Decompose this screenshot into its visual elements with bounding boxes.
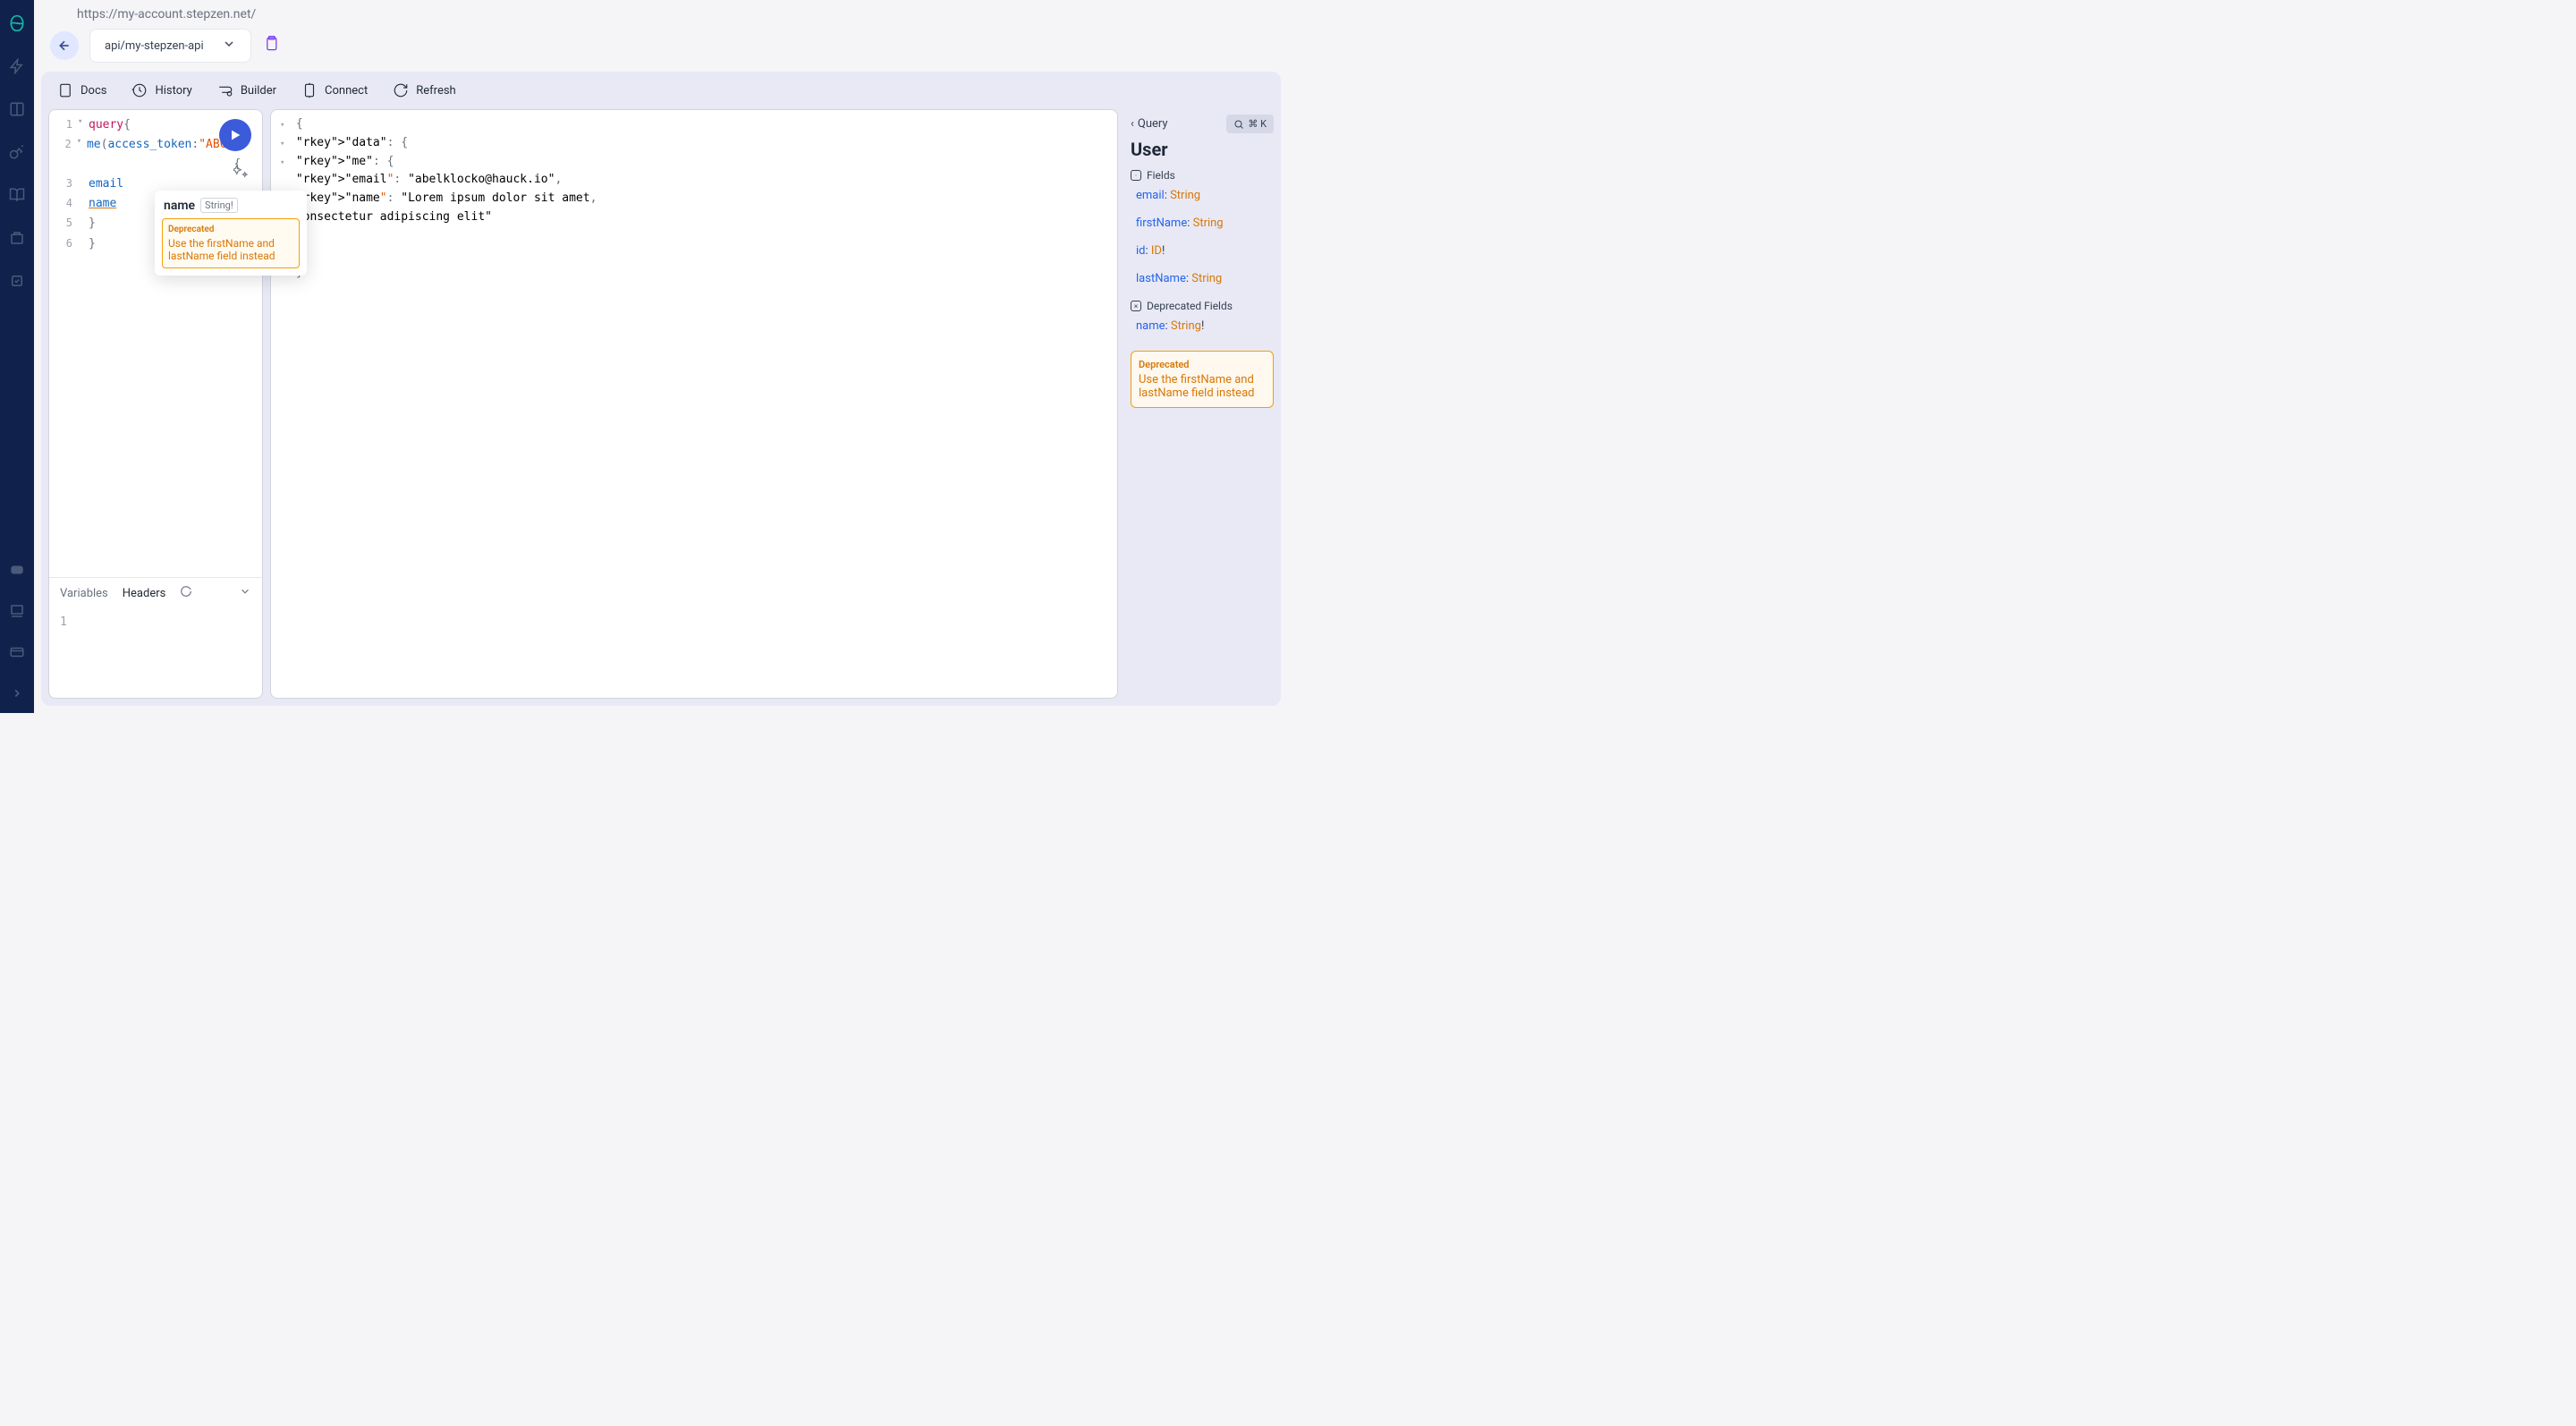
tab-variables[interactable]: Variables <box>60 587 108 600</box>
tooltip-field-type: String! <box>200 198 238 213</box>
clipboard-icon[interactable] <box>262 35 280 56</box>
docs-field-row[interactable]: email: String <box>1131 189 1274 202</box>
query-editor[interactable]: 1▾query {2▾ me(access_token: "ABC") {3 e… <box>49 110 262 577</box>
refresh-button[interactable]: Refresh <box>393 82 455 98</box>
tab-headers[interactable]: Headers <box>123 587 166 600</box>
workspace: Docs History Builder Connect Refresh <box>41 72 1281 706</box>
book-icon[interactable] <box>8 186 26 204</box>
chevron-down-icon <box>222 37 236 55</box>
result-line: ▾ "rkey">"data": { <box>280 134 1108 153</box>
url-text: https://my-account.stepzen.net/ <box>77 7 1281 21</box>
endpoint-dropdown[interactable]: api/my-stepzen-api <box>89 29 251 63</box>
docs-button[interactable]: Docs <box>57 82 106 98</box>
layout-icon[interactable] <box>8 100 26 118</box>
query-editor-panel: 1▾query {2▾ me(access_token: "ABC") {3 e… <box>48 109 263 699</box>
result-line: "rkey">"email": "abelklocko@hauck.io", <box>280 171 1108 190</box>
result-line: ▾ "rkey">"me": { <box>280 153 1108 172</box>
back-button[interactable] <box>50 31 79 60</box>
search-icon <box>1233 119 1244 130</box>
fields-header: · Fields <box>1131 169 1274 182</box>
docs-field-row[interactable]: name: String! <box>1131 319 1274 333</box>
endpoint-label: api/my-stepzen-api <box>105 39 204 53</box>
tooltip-deprecated-box: Deprecated Use the firstName and lastNam… <box>162 218 300 268</box>
prettify-icon[interactable] <box>233 164 250 183</box>
result-line: } <box>280 227 1108 246</box>
mail-icon[interactable] <box>8 602 26 620</box>
result-line: } <box>280 264 1108 283</box>
chevron-down-icon[interactable] <box>239 585 251 601</box>
docs-field-row[interactable]: lastName: String <box>1131 272 1274 285</box>
run-button[interactable] <box>219 119 251 151</box>
variables-editor[interactable]: 1 <box>49 608 262 698</box>
history-button[interactable]: History <box>131 82 191 98</box>
fields-icon: · <box>1131 170 1141 181</box>
deprecated-notice: Deprecated Use the firstName and lastNam… <box>1131 351 1274 408</box>
package-icon[interactable] <box>8 229 26 247</box>
card-icon[interactable] <box>8 643 26 661</box>
result-line: ▾ { <box>280 115 1108 134</box>
docs-search[interactable]: ⌘ K <box>1226 115 1274 133</box>
result-line: } <box>280 246 1108 265</box>
logo-icon[interactable] <box>8 14 26 32</box>
tooltip-field-name: name <box>164 199 195 213</box>
chevron-left-icon: ‹ <box>1131 117 1134 131</box>
field-tooltip: name String! Deprecated Use the firstNam… <box>155 191 307 276</box>
connect-button[interactable]: Connect <box>301 82 368 98</box>
builder-button[interactable]: Builder <box>217 82 276 98</box>
deprecated-fields-header: × Deprecated Fields <box>1131 300 1274 312</box>
bolt-icon[interactable] <box>8 57 26 75</box>
deprecated-icon: × <box>1131 301 1141 311</box>
shield-icon[interactable] <box>8 272 26 290</box>
key-icon[interactable] <box>8 143 26 161</box>
discord-icon[interactable] <box>8 561 26 579</box>
header-row: api/my-stepzen-api <box>41 25 1281 72</box>
result-viewer[interactable]: ▾ {▾ "rkey">"data": {▾ "rkey">"me": { "r… <box>271 110 1117 288</box>
result-panel: ▾ {▾ "rkey">"data": {▾ "rkey">"me": { "r… <box>270 109 1118 699</box>
sidebar <box>0 0 34 713</box>
refresh-small-icon[interactable] <box>180 585 192 601</box>
docs-title: User <box>1131 139 1274 160</box>
result-line: consectetur adipiscing elit" <box>280 208 1108 227</box>
editor-bottom-tabs: Variables Headers <box>49 577 262 608</box>
main-area: https://my-account.stepzen.net/ api/my-s… <box>34 0 1288 713</box>
docs-breadcrumb[interactable]: ‹ Query <box>1131 117 1168 131</box>
result-line: "rkey">"name": "Lorem ipsum dolor sit am… <box>280 190 1108 208</box>
docs-field-row[interactable]: id: ID! <box>1131 244 1274 258</box>
docs-field-row[interactable]: firstName: String <box>1131 216 1274 230</box>
toolbar: Docs History Builder Connect Refresh <box>41 72 1281 109</box>
chevron-right-icon[interactable] <box>8 684 26 702</box>
docs-panel: ‹ Query ⌘ K User · Fields email: String f… <box>1125 109 1274 699</box>
